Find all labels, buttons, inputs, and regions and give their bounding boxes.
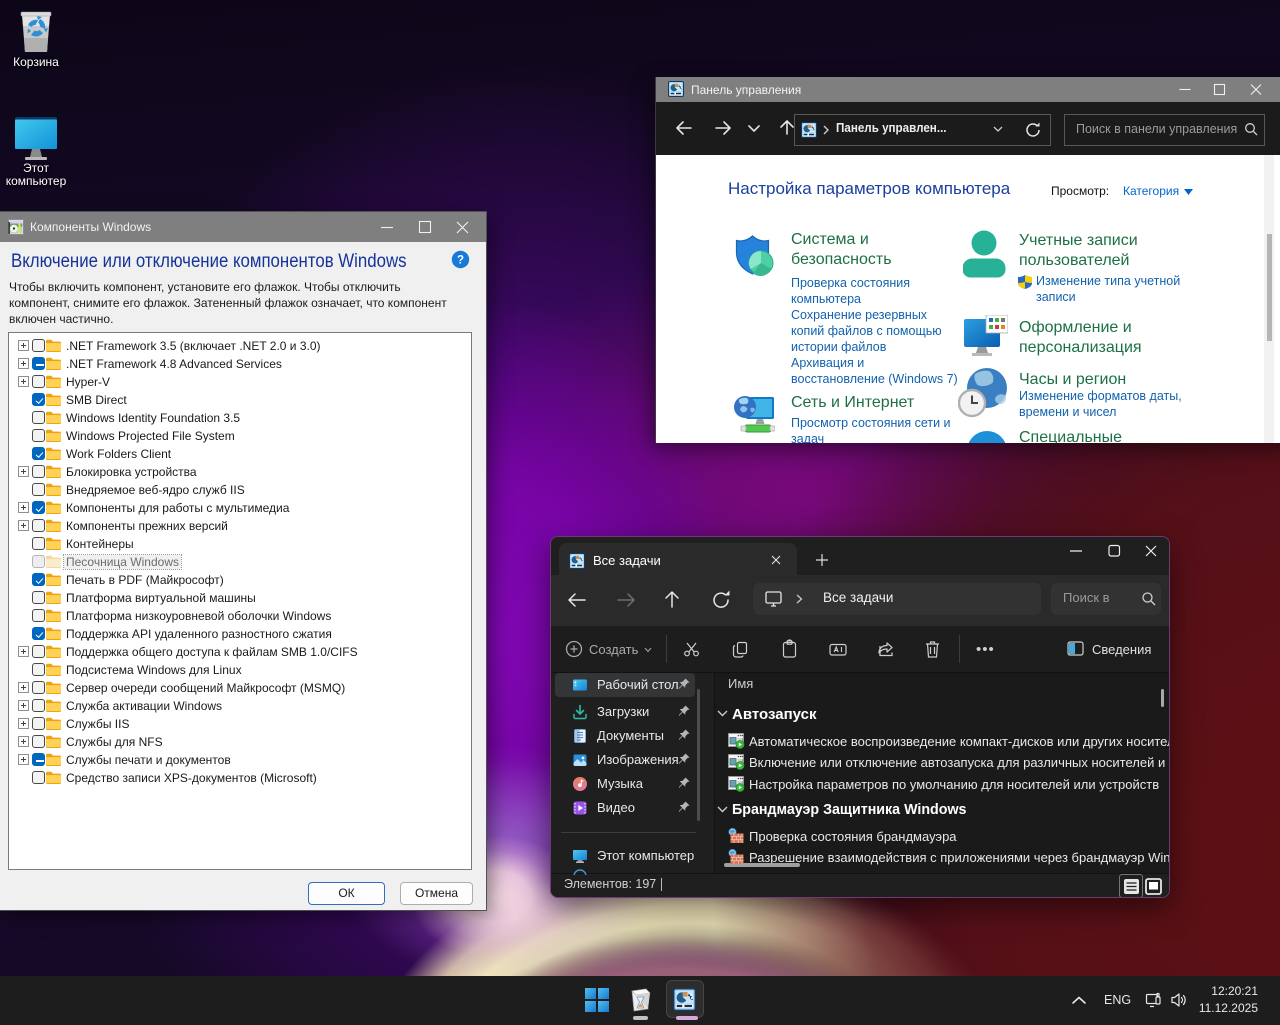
svg-text:?: ? bbox=[457, 255, 464, 267]
